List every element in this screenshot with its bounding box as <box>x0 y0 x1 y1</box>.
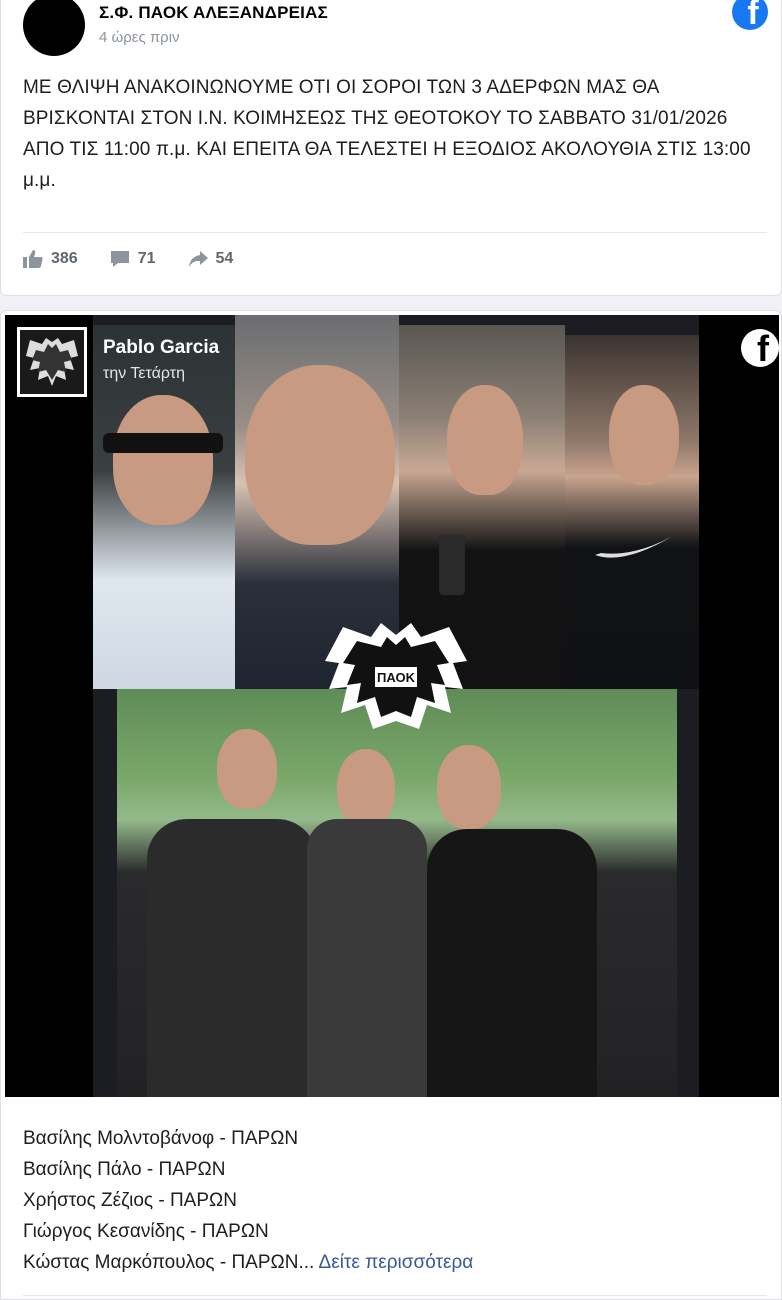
post-image[interactable]: ΠΑΟΚ Pablo Garcia την Τετάρτη f <box>5 315 779 1097</box>
emblem-text: ΠΑΟΚ <box>377 670 416 685</box>
paok-emblem: ΠΑΟΚ <box>321 617 471 747</box>
post-card-announcement: Σ.Φ. ΠΑΟΚ ΑΛΕΞΑΝΔΡΕΙΑΣ 4 ώρες πριν f ΜΕ … <box>0 0 782 296</box>
thumbs-up-icon <box>23 250 43 268</box>
author-avatar[interactable] <box>17 327 87 397</box>
photo-collage: ΠΑΟΚ <box>93 315 699 1097</box>
name-line: Γιώργος Κεσανίδης - ΠΑΡΩΝ <box>23 1221 269 1242</box>
facebook-icon[interactable]: f <box>732 0 768 30</box>
post-text: ΜΕ ΘΛΙΨΗ ΑΝΑΚΟΙΝΩΝΟΥΜΕ ΟΤΙ ΟΙ ΣΟΡΟΙ ΤΩΝ … <box>23 77 751 191</box>
author-name[interactable]: Pablo Garcia <box>103 337 219 359</box>
comment-count-value: 71 <box>137 250 156 267</box>
like-count-value: 386 <box>51 250 78 267</box>
share-count[interactable]: 54 <box>188 250 234 268</box>
page-avatar[interactable] <box>23 0 85 56</box>
divider <box>23 232 767 233</box>
name-line: Βασίλης Μολντοβάνοφ - ΠΑΡΩΝ <box>23 1128 299 1149</box>
photo-panel <box>117 689 677 1097</box>
photo-panel <box>565 335 699 689</box>
facebook-icon: f <box>741 329 779 367</box>
comment-icon <box>110 251 129 267</box>
share-count-value: 54 <box>215 250 234 267</box>
post-timestamp[interactable]: 4 ώρες πριν <box>99 29 180 46</box>
comment-count[interactable]: 71 <box>110 250 156 268</box>
like-count[interactable]: 386 <box>23 250 78 268</box>
name-line: Βασίλης Πάλο - ΠΑΡΩΝ <box>23 1159 226 1180</box>
author-timestamp[interactable]: την Τετάρτη <box>103 365 185 383</box>
divider <box>23 1295 767 1296</box>
name-line-last: Κώστας Μαρκόπουλος - ΠΑΡΩΝ... Δείτε περι… <box>23 1247 473 1278</box>
names-list: Βασίλης Μολντοβάνοφ - ΠΑΡΩΝ Βασίλης Πάλο… <box>23 1123 473 1278</box>
name-line-text: Κώστας Μαρκόπουλος - ΠΑΡΩΝ... <box>23 1252 315 1273</box>
post-card-shared-image: ΠΑΟΚ Pablo Garcia την Τετάρτη f Βασίλης … <box>0 310 782 1300</box>
share-icon <box>188 251 208 267</box>
page-name[interactable]: Σ.Φ. ΠΑΟΚ ΑΛΕΞΑΝΔΡΕΙΑΣ <box>99 3 328 23</box>
name-line: Χρήστος Ζέζιος - ΠΑΡΩΝ <box>23 1190 237 1211</box>
engagement-bar: 386 71 54 <box>23 250 265 268</box>
see-more-link[interactable]: Δείτε περισσότερα <box>319 1252 474 1273</box>
